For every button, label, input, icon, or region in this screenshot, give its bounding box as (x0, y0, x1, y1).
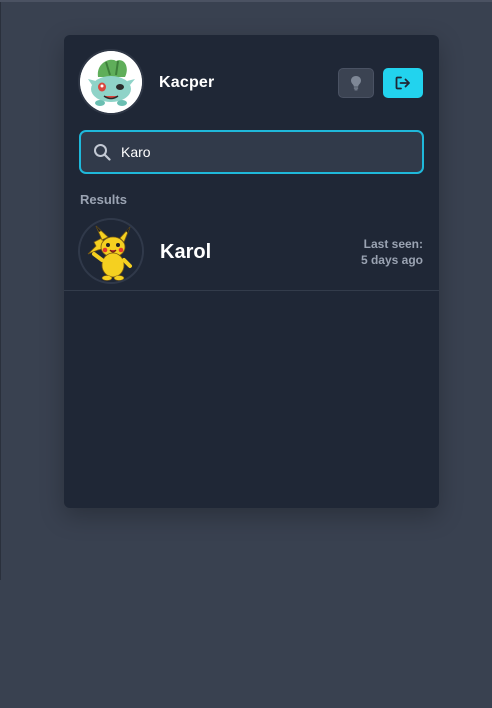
idea-button[interactable] (338, 68, 374, 98)
lightbulb-icon (351, 76, 361, 91)
pikachu-avatar-icon (80, 220, 142, 282)
search-box (79, 130, 424, 174)
results-divider (64, 290, 439, 291)
profile-header: Kacper (64, 35, 439, 131)
friend-avatar[interactable] (80, 220, 142, 282)
last-seen-info: Last seen: 5 days ago (343, 236, 423, 268)
search-input[interactable] (121, 132, 411, 172)
window-top-border (0, 0, 492, 2)
last-seen-label: Last seen: (363, 237, 423, 251)
user-avatar[interactable] (80, 51, 142, 113)
current-username: Kacper (159, 74, 215, 91)
window-left-border (0, 2, 1, 580)
logout-icon (395, 76, 410, 90)
bulbasaur-avatar-icon (80, 51, 142, 113)
logout-button[interactable] (383, 68, 423, 98)
search-icon (94, 144, 111, 161)
last-seen-value: 5 days ago (360, 253, 423, 267)
chat-panel: Kacper Results (64, 35, 439, 508)
friend-name: Karol (160, 241, 212, 263)
